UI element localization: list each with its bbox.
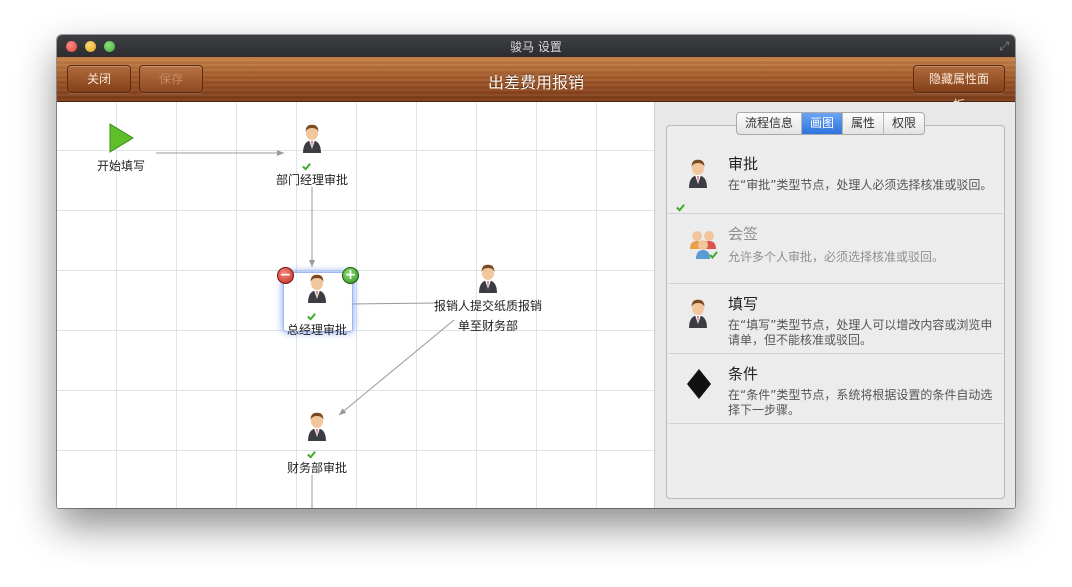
person-icon [686, 297, 710, 333]
node-label: 总经理审批 [286, 323, 347, 337]
connector-submit-to-finance [338, 319, 455, 416]
node-label: 开始填写 [96, 159, 145, 173]
palette-item-name: 填写 [728, 295, 759, 313]
connector-gm-to-submit [350, 302, 438, 305]
palette-item-countersign[interactable]: 会签 允许多个人审批，必须选择核准或驳回。 [668, 214, 1003, 284]
palette-item-fill[interactable]: 填写 在“填写”类型节点，处理人可以增改内容或浏览申请单，但不能核准或驳回。 [668, 284, 1003, 354]
remove-node-icon[interactable]: − [277, 267, 294, 284]
tab-flow-info[interactable]: 流程信息 [737, 113, 803, 134]
person-approve-icon [304, 410, 331, 459]
tab-properties[interactable]: 属性 [843, 113, 885, 134]
window-title: 骏马 设置 [510, 40, 562, 54]
add-node-icon[interactable]: + [342, 267, 359, 284]
person-approve-icon [304, 272, 331, 321]
tab-draw[interactable]: 画图 [802, 113, 844, 134]
node-dept-manager-approval[interactable]: 部门经理审批 [272, 122, 352, 188]
tab-permissions[interactable]: 权限 [884, 113, 924, 134]
node-label-line1: 报销人提交纸质报销 [433, 299, 542, 313]
palette-item-name: 审批 [728, 155, 759, 173]
palette-item-desc: 在“审批”类型节点，处理人必须选择核准或驳回。 [728, 178, 993, 192]
person-approve-icon [686, 157, 714, 212]
app-window: 骏马 设置 ⤢ 关闭 保存 出差费用报销 隐藏属性面板 开始填写 [57, 35, 1015, 508]
diamond-icon [686, 368, 712, 404]
panel-tabs: 流程信息 画图 属性 权限 [736, 112, 926, 135]
node-submit-paper[interactable]: 报销人提交纸质报销 单至财务部 [427, 262, 549, 334]
node-palette: 审批 在“审批”类型节点，处理人必须选择核准或驳回。 会签 允许多个人审批，必须… [666, 125, 1005, 499]
palette-item-condition[interactable]: 条件 在“条件”类型节点，系统将根据设置的条件自动选择下一步骤。 [668, 354, 1003, 424]
person-icon [476, 262, 500, 297]
palette-item-desc: 在“条件”类型节点，系统将根据设置的条件自动选择下一步骤。 [728, 388, 993, 417]
node-start[interactable]: 开始填写 [87, 122, 155, 174]
palette-item-desc: 在“填写”类型节点，处理人可以增改内容或浏览申请单，但不能核准或驳回。 [728, 318, 993, 347]
toolbar: 关闭 保存 出差费用报销 隐藏属性面板 [57, 57, 1015, 112]
node-finance-approval[interactable]: 财务部审批 [279, 410, 355, 476]
node-label: 财务部审批 [286, 461, 347, 475]
title-bar: 骏马 设置 ⤢ [57, 35, 1015, 57]
palette-item-name: 会签 [728, 225, 759, 243]
workflow-title: 出差费用报销 [487, 73, 584, 92]
person-approve-icon [299, 122, 326, 171]
workflow-canvas[interactable]: 开始填写 部门经理审批 总经理审批 − + 报销人提交纸质报销 单至财务部 财务… [57, 102, 654, 508]
group-icon [686, 227, 720, 265]
play-icon [109, 123, 134, 153]
node-label: 部门经理审批 [275, 173, 348, 187]
hide-panel-button[interactable]: 隐藏属性面板 [913, 65, 1005, 112]
palette-item-desc: 允许多个人审批，必须选择核准或驳回。 [728, 250, 945, 264]
properties-panel: 审批 在“审批”类型节点，处理人必须选择核准或驳回。 会签 允许多个人审批，必须… [654, 102, 1015, 508]
palette-item-name: 条件 [728, 365, 759, 383]
palette-item-approve[interactable]: 审批 在“审批”类型节点，处理人必须选择核准或驳回。 [668, 144, 1003, 214]
fullscreen-icon[interactable]: ⤢ [999, 39, 1009, 54]
node-label-line2: 单至财务部 [457, 319, 518, 333]
